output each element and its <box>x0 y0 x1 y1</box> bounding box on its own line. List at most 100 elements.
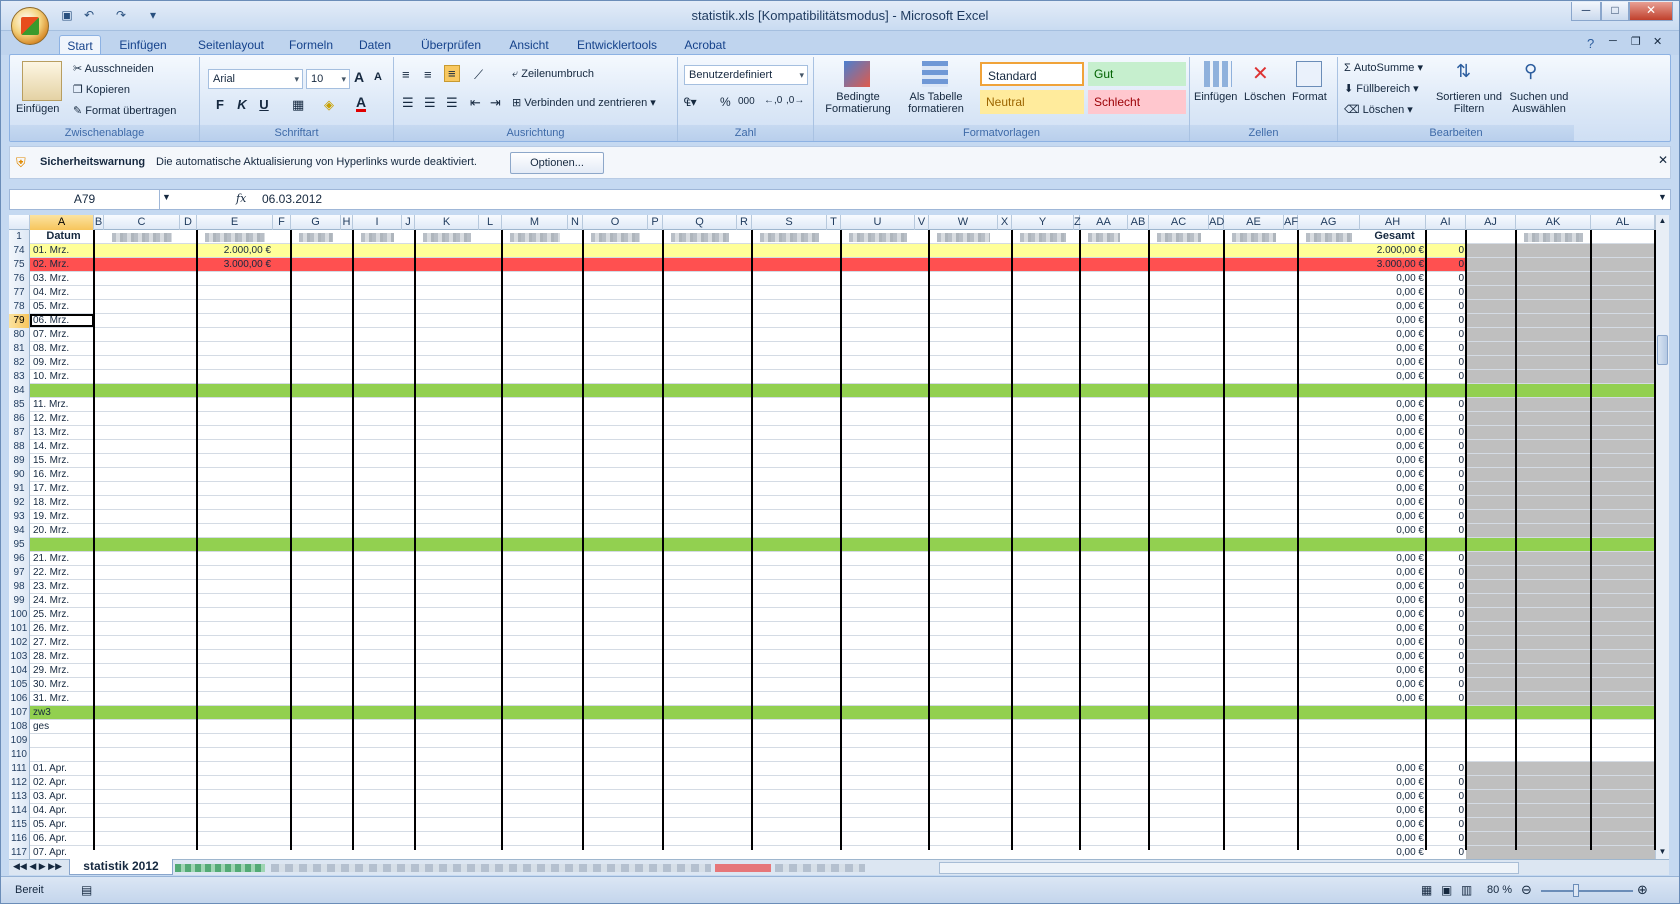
row-header[interactable]: 106 <box>9 692 30 706</box>
column-header-y[interactable]: Y <box>1012 215 1074 230</box>
format-as-table-button[interactable]: Als Tabelle formatieren <box>898 91 974 115</box>
column-header-a[interactable]: A <box>30 215 94 230</box>
maximize-button[interactable]: □ <box>1601 2 1629 21</box>
scroll-thumb[interactable] <box>1657 335 1668 365</box>
column-header-i[interactable]: I <box>353 215 402 230</box>
cell-a[interactable]: 08. Mrz. <box>30 342 94 355</box>
cell-ah[interactable]: 0,00 € <box>1360 832 1426 845</box>
cell-a[interactable]: 28. Mrz. <box>30 650 94 663</box>
cell-ai[interactable]: 0 <box>1426 258 1466 271</box>
zoom-in-icon[interactable]: ⊕ <box>1637 882 1648 898</box>
cell-ah[interactable]: 0,00 € <box>1360 776 1426 789</box>
column-header-q[interactable]: Q <box>663 215 737 230</box>
blurred-sheet-tab-red[interactable] <box>715 864 771 872</box>
cell-a[interactable]: 16. Mrz. <box>30 468 94 481</box>
cell-ah[interactable]: 0,00 € <box>1360 566 1426 579</box>
cell-a[interactable]: 21. Mrz. <box>30 552 94 565</box>
cell-ai[interactable]: 0 <box>1426 244 1466 257</box>
column-header-al[interactable]: AL <box>1591 215 1655 230</box>
cell-a[interactable]: 02. Mrz. <box>30 258 94 271</box>
name-box-dropdown-icon[interactable]: ▼ <box>162 192 171 202</box>
shrink-font-icon[interactable]: A <box>374 71 382 83</box>
row-header[interactable]: 82 <box>9 356 30 370</box>
copy-button[interactable]: ❐ Kopieren <box>73 83 130 96</box>
column-header-o[interactable]: O <box>583 215 648 230</box>
cell-ah[interactable]: 0,00 € <box>1360 286 1426 299</box>
cut-button[interactable]: ✂ Ausschneiden <box>73 62 154 75</box>
cell-a[interactable]: 29. Mrz. <box>30 664 94 677</box>
cell-e[interactable]: 3.000,00 € <box>197 258 273 271</box>
page-break-view-icon[interactable]: ▥ <box>1461 883 1472 897</box>
cell-a[interactable]: 07. Mrz. <box>30 328 94 341</box>
normal-view-icon[interactable]: ▦ <box>1421 883 1432 897</box>
align-right-icon[interactable]: ☰ <box>446 95 458 111</box>
tab-acrobat[interactable]: Acrobat <box>677 35 733 55</box>
cell-a[interactable]: 20. Mrz. <box>30 524 94 537</box>
row-header[interactable]: 85 <box>9 398 30 412</box>
increase-indent-icon[interactable]: ⇥ <box>490 95 501 111</box>
column-header-c[interactable]: C <box>104 215 180 230</box>
orientation-icon[interactable]: ⟋ <box>474 67 483 83</box>
cell-ai[interactable]: 0 <box>1426 636 1466 649</box>
decrease-indent-icon[interactable]: ⇤ <box>470 95 481 111</box>
cell-ah[interactable]: 2.000,00 € <box>1360 244 1426 257</box>
cell-a[interactable]: ges <box>30 720 94 733</box>
cell-a[interactable]: 03. Apr. <box>30 790 94 803</box>
row-header[interactable]: 84 <box>9 384 30 398</box>
cell-ah[interactable]: 0,00 € <box>1360 412 1426 425</box>
underline-button[interactable]: U <box>256 97 272 112</box>
cell-ah[interactable]: 0,00 € <box>1360 454 1426 467</box>
cell-ah[interactable]: 3.000,00 € <box>1360 258 1426 271</box>
cell-a[interactable]: 30. Mrz. <box>30 678 94 691</box>
cell-a[interactable]: 27. Mrz. <box>30 636 94 649</box>
column-header-ab[interactable]: AB <box>1128 215 1149 230</box>
cell-ah[interactable]: 0,00 € <box>1360 314 1426 327</box>
cell-ah[interactable]: 0,00 € <box>1360 342 1426 355</box>
cell-ah[interactable]: 0,00 € <box>1360 426 1426 439</box>
cell-ah[interactable]: 0,00 € <box>1360 678 1426 691</box>
cell-ah[interactable]: 0,00 € <box>1360 804 1426 817</box>
cell-ah[interactable]: 0,00 € <box>1360 650 1426 663</box>
cell-ai[interactable]: 0 <box>1426 272 1466 285</box>
merge-center-button[interactable]: ⊞ Verbinden und zentrieren ▾ <box>512 96 656 109</box>
column-header-h[interactable]: H <box>341 215 353 230</box>
column-header-ak[interactable]: AK <box>1516 215 1591 230</box>
cell-ai[interactable]: 0 <box>1426 286 1466 299</box>
row-header[interactable]: 109 <box>9 734 30 748</box>
cell-ah[interactable]: 0,00 € <box>1360 790 1426 803</box>
cell-a[interactable]: 10. Mrz. <box>30 370 94 383</box>
select-all-corner[interactable] <box>9 215 30 230</box>
row-header[interactable]: 95 <box>9 538 30 552</box>
row-header[interactable]: 116 <box>9 832 30 846</box>
cell-ai[interactable]: 0 <box>1426 496 1466 509</box>
font-color-icon[interactable]: A <box>356 95 367 112</box>
cell-ah[interactable]: 0,00 € <box>1360 622 1426 635</box>
cell-a[interactable]: 04. Apr. <box>30 804 94 817</box>
column-header-aa[interactable]: AA <box>1080 215 1128 230</box>
zoom-out-icon[interactable]: ⊖ <box>1521 882 1532 898</box>
office-button[interactable] <box>11 7 49 45</box>
format-cells-button[interactable]: Format <box>1292 91 1327 103</box>
cell-a[interactable]: 06. Mrz. <box>30 314 94 327</box>
cell-ah[interactable]: 0,00 € <box>1360 524 1426 537</box>
row-header[interactable]: 111 <box>9 762 30 776</box>
align-center-icon[interactable]: ☰ <box>424 95 436 111</box>
row-header[interactable]: 115 <box>9 818 30 832</box>
cell-ah[interactable]: 0,00 € <box>1360 846 1426 859</box>
cell-a[interactable]: 26. Mrz. <box>30 622 94 635</box>
worksheet-grid[interactable]: A B C D E F G H I J K L M N O P Q R S T U V W X Y Z AA AB AC AD AE AF AG… <box>9 215 1669 859</box>
cell-ai[interactable]: 0 <box>1426 692 1466 705</box>
row-header[interactable]: 101 <box>9 622 30 636</box>
zoom-slider-thumb[interactable] <box>1573 884 1579 897</box>
formula-input[interactable]: 06.03.2012 <box>262 190 322 209</box>
cell-ai[interactable]: 0 <box>1426 678 1466 691</box>
cell-ah[interactable]: Gesamt <box>1360 230 1426 243</box>
currency-icon[interactable]: ₠▾ <box>684 95 697 109</box>
column-header-v[interactable]: V <box>915 215 929 230</box>
cell-a[interactable]: 03. Mrz. <box>30 272 94 285</box>
ribbon-minimize-icon[interactable]: ─ <box>1609 35 1617 47</box>
column-header-aj[interactable]: AJ <box>1466 215 1516 230</box>
autosum-button[interactable]: Σ AutoSumme ▾ <box>1344 61 1423 74</box>
cell-e[interactable]: 2.000,00 € <box>197 244 273 257</box>
decrease-decimal-icon[interactable]: ,0→ <box>786 95 804 106</box>
